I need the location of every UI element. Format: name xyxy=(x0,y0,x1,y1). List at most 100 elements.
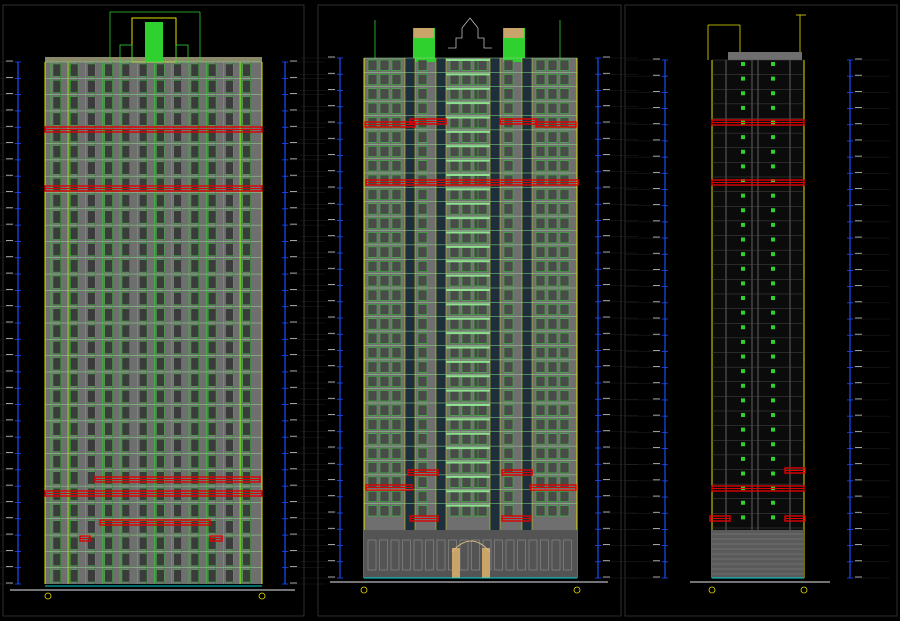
window-pane xyxy=(503,361,514,373)
window-pane xyxy=(208,210,217,224)
window-pane xyxy=(547,376,558,387)
window-pane xyxy=(190,504,199,517)
window-pane xyxy=(104,341,113,354)
window-pane xyxy=(367,462,378,474)
window-pane xyxy=(225,536,234,550)
window-pane xyxy=(477,246,488,258)
window-pane xyxy=(559,246,570,258)
window-pane xyxy=(379,131,390,143)
window-pane xyxy=(367,203,378,215)
window-pane xyxy=(449,217,460,229)
window-pane xyxy=(121,536,130,550)
window-pane xyxy=(379,59,390,71)
window-pane xyxy=(449,476,460,488)
window-pane xyxy=(190,292,199,305)
window-pane xyxy=(535,447,546,459)
window-pane xyxy=(208,341,217,354)
window-pane xyxy=(104,80,113,93)
window-pane xyxy=(156,129,165,142)
side-window xyxy=(771,222,775,227)
window-pane xyxy=(87,80,96,93)
window-pane xyxy=(87,553,96,566)
window-pane xyxy=(173,308,182,322)
side-window xyxy=(771,471,775,476)
balcony-rail xyxy=(446,504,490,507)
window-pane xyxy=(208,226,217,240)
window-pane xyxy=(173,504,182,517)
window-pane xyxy=(477,304,488,315)
window-pane xyxy=(535,404,546,416)
side-window xyxy=(741,105,745,110)
window-pane xyxy=(477,332,488,344)
window-pane xyxy=(52,406,61,420)
window-pane xyxy=(391,390,402,402)
window-pane xyxy=(503,376,514,387)
facade-shaft xyxy=(522,58,532,578)
side-window xyxy=(771,398,775,403)
window-pane xyxy=(379,433,390,445)
window-pane xyxy=(225,357,234,371)
window-pane xyxy=(121,194,130,208)
window-pane xyxy=(208,80,217,93)
window-pane xyxy=(461,404,472,416)
window-pane xyxy=(559,102,570,114)
window-pane xyxy=(417,131,428,143)
window-pane xyxy=(156,536,165,550)
window-pane xyxy=(70,324,79,338)
window-pane xyxy=(121,487,130,501)
window-pane xyxy=(379,318,390,330)
side-window xyxy=(741,339,745,344)
side-window xyxy=(741,164,745,169)
window-pane xyxy=(547,246,558,258)
window-pane xyxy=(70,455,79,469)
balcony-rail xyxy=(446,145,490,148)
window-pane xyxy=(379,462,390,474)
window-pane xyxy=(461,505,472,517)
window-pane xyxy=(87,96,96,110)
window-pane xyxy=(547,59,558,71)
roof-tower-cap xyxy=(414,28,434,38)
window-pane xyxy=(208,96,217,110)
window-pane xyxy=(156,80,165,93)
window-pane xyxy=(461,189,472,200)
window-pane xyxy=(503,404,514,416)
side-window xyxy=(771,193,775,198)
window-pane xyxy=(104,455,113,469)
window-pane xyxy=(477,261,488,272)
balcony-rail xyxy=(446,274,490,277)
window-pane xyxy=(449,232,460,244)
side-window xyxy=(741,135,745,140)
window-pane xyxy=(52,226,61,240)
side-window xyxy=(741,325,745,330)
window-pane xyxy=(461,131,472,143)
window-pane xyxy=(503,390,514,402)
balcony-rail xyxy=(446,475,490,478)
window-pane xyxy=(225,487,234,501)
window-pane xyxy=(417,261,428,272)
window-pane xyxy=(70,504,79,517)
window-pane xyxy=(503,419,514,430)
window-pane xyxy=(461,433,472,445)
side-window xyxy=(741,62,745,66)
window-pane xyxy=(156,422,165,436)
window-pane xyxy=(449,59,460,71)
window-pane xyxy=(104,553,113,566)
window-pane xyxy=(70,487,79,501)
balcony-rail xyxy=(446,375,490,378)
window-pane xyxy=(104,145,113,159)
window-pane xyxy=(173,422,182,436)
window-pane xyxy=(70,63,79,77)
window-pane xyxy=(121,438,130,452)
window-pane xyxy=(559,505,570,517)
window-pane xyxy=(547,74,558,85)
window-pane xyxy=(449,447,460,459)
window-pane xyxy=(156,504,165,517)
window-pane xyxy=(70,259,79,273)
balcony-rail xyxy=(446,461,490,464)
side-window xyxy=(741,266,745,271)
window-pane xyxy=(156,569,165,583)
window-pane xyxy=(379,376,390,387)
window-pane xyxy=(52,243,61,256)
side-window xyxy=(741,91,745,96)
window-pane xyxy=(379,88,390,100)
